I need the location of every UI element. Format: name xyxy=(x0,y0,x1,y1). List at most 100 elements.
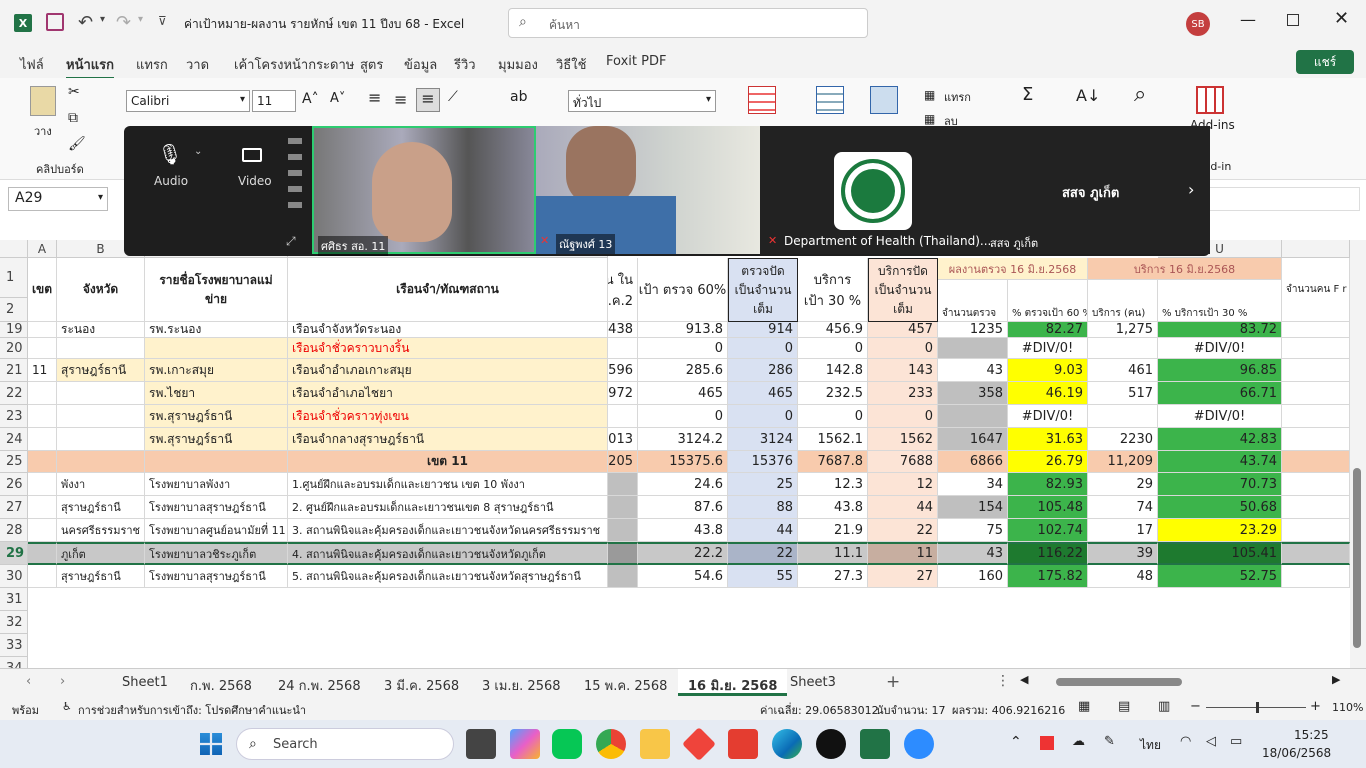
cell-e[interactable]: ,205 xyxy=(608,451,638,473)
cell-b[interactable]: สุราษฎร์ธานี xyxy=(57,359,145,382)
cell-d[interactable]: 5. สถานพินิจและคุ้มครองเด็กและเยาวชนจังห… xyxy=(288,565,608,588)
undo-dropdown-icon[interactable]: ▾ xyxy=(100,14,105,25)
cell-i[interactable]: 44 xyxy=(868,496,938,519)
search-box[interactable]: ⌕ ค้นหา xyxy=(508,8,868,38)
cell-g[interactable]: 0 xyxy=(728,405,798,428)
cell-g[interactable]: 3124 xyxy=(728,428,798,451)
cell-i[interactable]: 7688 xyxy=(868,451,938,473)
cell-l[interactable]: 1,275 xyxy=(1088,322,1158,338)
row-header[interactable]: 26 xyxy=(0,473,28,496)
cell-a[interactable] xyxy=(28,382,57,405)
cell-e[interactable] xyxy=(608,473,638,496)
cell-a[interactable] xyxy=(28,338,57,359)
cell-m[interactable]: 42.83 xyxy=(1158,428,1282,451)
cell-m[interactable]: 83.72 xyxy=(1158,322,1282,338)
cell-d[interactable]: เรือนจำจังหวัดระนอง xyxy=(288,322,608,338)
zoom-in-icon[interactable]: + xyxy=(1310,699,1321,714)
sheet-tab[interactable]: 3 มี.ค. 2568 xyxy=(384,675,459,696)
cell-j[interactable]: 6866 xyxy=(938,451,1008,473)
add-sheet-icon[interactable]: + xyxy=(886,672,900,692)
cell-k[interactable]: #DIV/0! xyxy=(1008,338,1088,359)
normal-view-icon[interactable]: ▦ xyxy=(1078,699,1090,714)
app-s-icon[interactable] xyxy=(728,729,758,759)
row-header[interactable]: 2 xyxy=(0,298,28,322)
cell-k[interactable]: 82.93 xyxy=(1008,473,1088,496)
cell-j[interactable]: 154 xyxy=(938,496,1008,519)
insert-cells-icon[interactable]: ▦ xyxy=(924,88,935,102)
cell-e[interactable]: 972 xyxy=(608,382,638,405)
cell-z[interactable] xyxy=(1282,519,1350,542)
font-name-select[interactable]: Calibri ▾ xyxy=(126,90,250,112)
cell-i[interactable]: 233 xyxy=(868,382,938,405)
cell-f[interactable]: 0 xyxy=(638,338,728,359)
cell-e[interactable] xyxy=(608,519,638,542)
sheet-tab[interactable]: 24 ก.พ. 2568 xyxy=(278,675,361,696)
cell-d[interactable]: 4. สถานพินิจและคุ้มครองเด็กและเยาวชนจังห… xyxy=(288,542,608,565)
grow-font-icon[interactable]: A˄ xyxy=(302,91,319,107)
format-table-icon[interactable] xyxy=(816,86,844,114)
cell-c[interactable]: รพ.ไชยา xyxy=(145,382,288,405)
cell-j[interactable]: 1235 xyxy=(938,322,1008,338)
expand-icon[interactable]: ⤢ xyxy=(286,234,296,249)
participant-tile-2[interactable]: ✕ ณัฐพงศ์ 13 xyxy=(536,126,760,254)
cell-l[interactable]: 17 xyxy=(1088,519,1158,542)
cell-g[interactable]: 914 xyxy=(728,322,798,338)
cell-b[interactable]: สุราษฎร์ธานี xyxy=(57,496,145,519)
maximize-button[interactable] xyxy=(1287,14,1299,26)
cell-f[interactable]: 22.2 xyxy=(638,542,728,565)
cell-a[interactable] xyxy=(28,496,57,519)
audio-label[interactable]: Audio xyxy=(154,174,188,188)
cell-k[interactable]: 9.03 xyxy=(1008,359,1088,382)
zoom-out-icon[interactable]: − xyxy=(1190,699,1201,714)
sort-filter-icon[interactable]: A↓ xyxy=(1076,86,1100,105)
cut-icon[interactable]: ✂ xyxy=(68,84,80,100)
row-header[interactable]: 25 xyxy=(0,451,28,473)
row-header[interactable]: 20 xyxy=(0,338,28,359)
cell-d[interactable]: เรือนจำกลางสุราษฎร์ธานี xyxy=(288,428,608,451)
cell-c[interactable] xyxy=(145,451,288,473)
cell-l[interactable]: 461 xyxy=(1088,359,1158,382)
cell-m[interactable]: 66.71 xyxy=(1158,382,1282,405)
taskbar-search[interactable]: ⌕ Search xyxy=(236,728,454,760)
cell-m[interactable]: 23.29 xyxy=(1158,519,1282,542)
vertical-scrollbar[interactable] xyxy=(1350,240,1366,668)
cell-m[interactable]: 96.85 xyxy=(1158,359,1282,382)
zoom-icon[interactable] xyxy=(904,729,934,759)
cell-e[interactable] xyxy=(608,565,638,588)
cell-k[interactable]: 175.82 xyxy=(1008,565,1088,588)
cell-b[interactable]: พังงา xyxy=(57,473,145,496)
cell-e[interactable]: ,438 xyxy=(608,322,638,338)
cell-z[interactable] xyxy=(1282,338,1350,359)
orientation-icon[interactable]: ⟋ xyxy=(448,89,458,105)
audio-dropdown-icon[interactable]: ⌄ xyxy=(194,146,202,157)
cell-a[interactable]: 11 xyxy=(28,359,57,382)
vertical-scrollbar-thumb[interactable] xyxy=(1353,468,1361,648)
cell-h[interactable]: 7687.8 xyxy=(798,451,868,473)
column-header-v[interactable] xyxy=(1282,240,1350,258)
cell-l[interactable] xyxy=(1088,405,1158,428)
cell-k[interactable]: 105.48 xyxy=(1008,496,1088,519)
accessibility-status[interactable]: การช่วยสำหรับการเข้าถึง: โปรดศึกษาคำแนะน… xyxy=(78,701,306,719)
cell-styles-icon[interactable] xyxy=(870,86,898,114)
clock-time[interactable]: 15:25 xyxy=(1294,728,1329,742)
cell-i[interactable]: 12 xyxy=(868,473,938,496)
cell-d[interactable]: 3. สถานพินิจและคุ้มครองเด็กและเยาวชนจังห… xyxy=(288,519,608,542)
cell-i[interactable]: 22 xyxy=(868,519,938,542)
cell-c[interactable]: โรงพยาบาลศูนย์อนามัยที่ 11 xyxy=(145,519,288,542)
cell-z[interactable] xyxy=(1282,382,1350,405)
cell-h[interactable]: 43.8 xyxy=(798,496,868,519)
webex-icon[interactable] xyxy=(816,729,846,759)
cell-g[interactable]: 25 xyxy=(728,473,798,496)
cell-h[interactable]: 1562.1 xyxy=(798,428,868,451)
cell-g[interactable]: 22 xyxy=(728,542,798,565)
excel-taskbar-icon[interactable] xyxy=(860,729,890,759)
cell-k[interactable]: 116.22 xyxy=(1008,542,1088,565)
cell-l[interactable]: 517 xyxy=(1088,382,1158,405)
cell-z[interactable] xyxy=(1282,496,1350,519)
cell-j[interactable]: 34 xyxy=(938,473,1008,496)
undo-icon[interactable]: ↶ xyxy=(78,12,93,33)
cell-l[interactable]: 29 xyxy=(1088,473,1158,496)
scroll-right-icon[interactable]: ▶ xyxy=(1332,673,1340,686)
horizontal-scrollbar-thumb[interactable] xyxy=(1056,678,1182,686)
cell-f[interactable]: 3124.2 xyxy=(638,428,728,451)
